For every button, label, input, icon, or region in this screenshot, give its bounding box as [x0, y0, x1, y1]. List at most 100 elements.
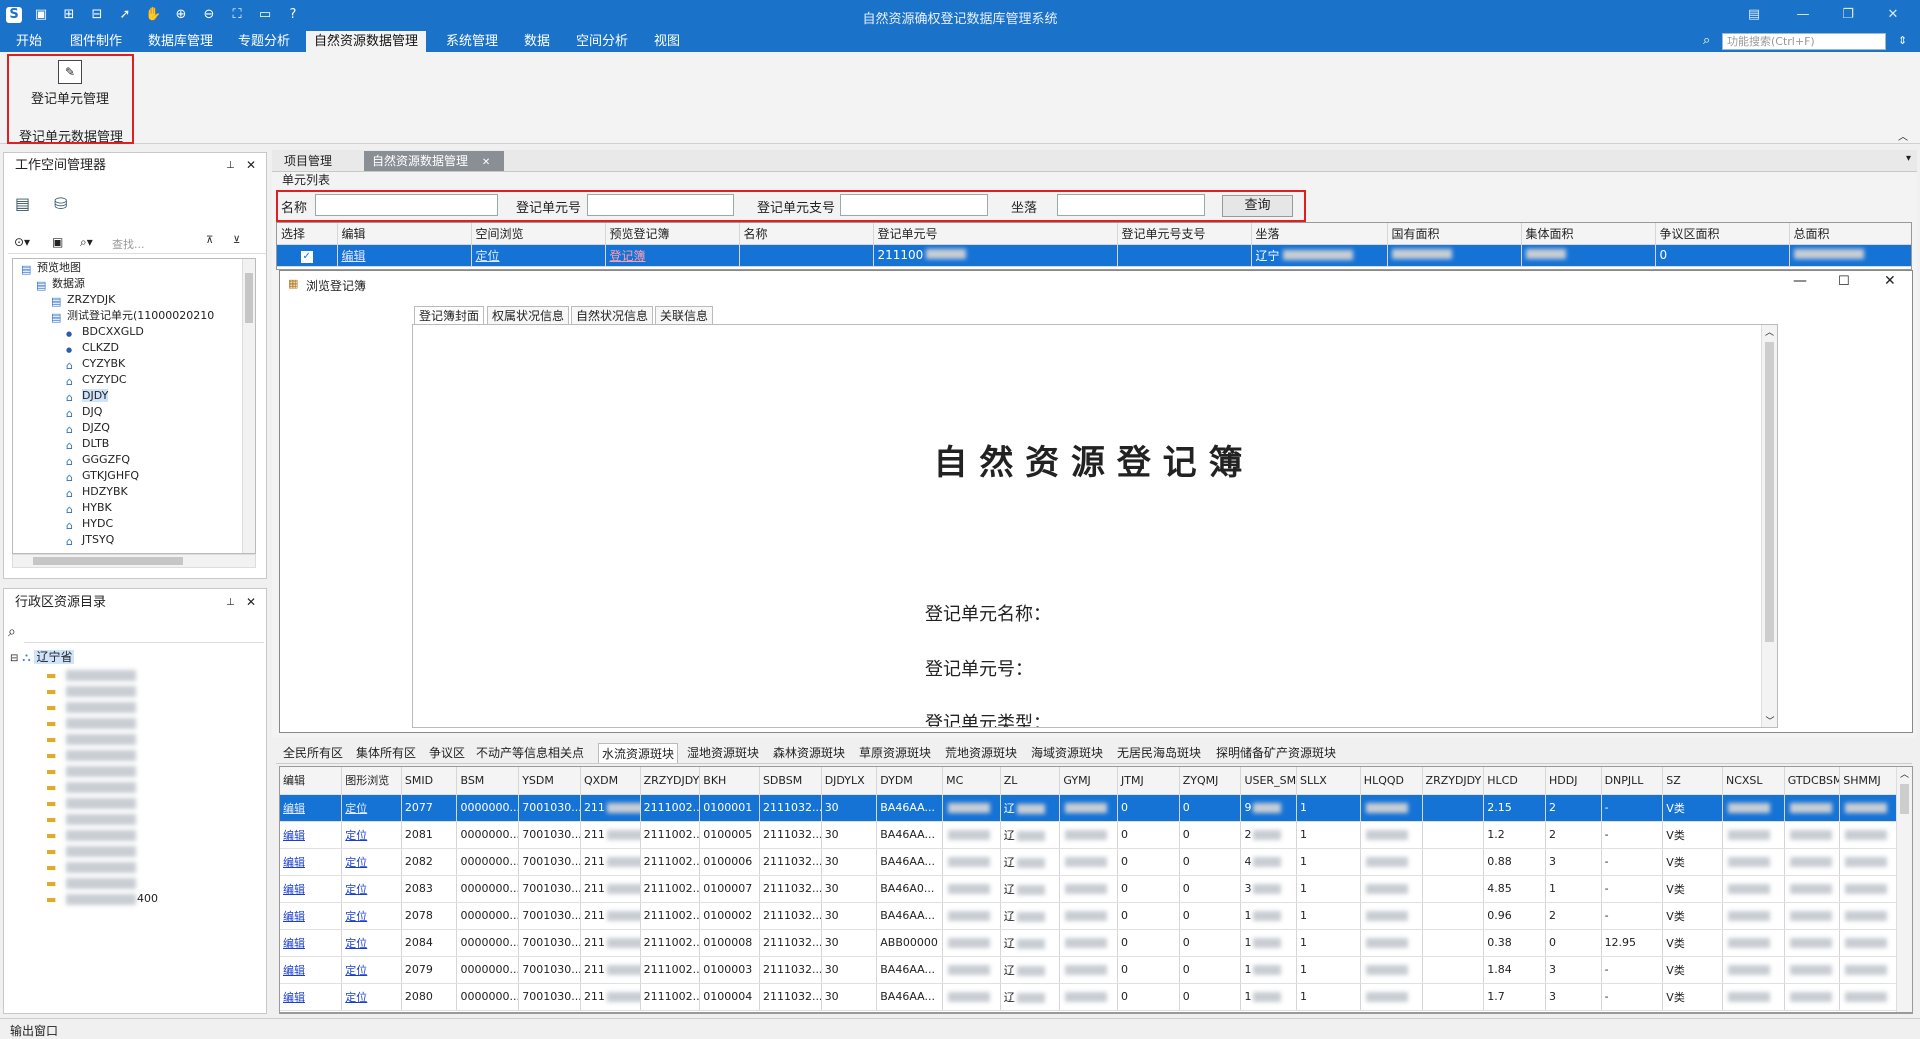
column-header[interactable]: 国有面积 [1387, 223, 1522, 245]
column-header[interactable]: 登记单元号支号 [1117, 223, 1252, 245]
search-icon[interactable]: ⌕ [8, 624, 16, 640]
table-row[interactable]: 编辑 定位 2083 0000000... 7001030... 211 2111002..… [280, 875, 1898, 903]
column-header[interactable]: 总面积 [1789, 223, 1911, 245]
admin-item[interactable]: ▬ [46, 876, 137, 890]
column-header[interactable]: 编辑 [280, 767, 343, 795]
table-row[interactable]: 编辑 定位 2082 0000000... 7001030... 211 2111002..… [280, 848, 1898, 876]
tree-item[interactable]: ⌂ DLTB [66, 437, 109, 452]
tab-natural-resources[interactable]: 自然资源数据管理 ✕ [364, 151, 504, 171]
dialog-minimize-button[interactable]: — [1793, 273, 1807, 289]
column-header[interactable]: SDBSM [759, 767, 822, 795]
column-header[interactable]: 图形浏览 [341, 767, 402, 795]
table-cell[interactable]: 定位 [341, 956, 402, 984]
maximize-button[interactable]: ❐ [1835, 5, 1861, 25]
tree-item[interactable]: ● BDCXXGLD [66, 325, 144, 339]
table-cell[interactable]: 编辑 [280, 794, 343, 822]
tree-item[interactable]: ⌂ CYZYBK [66, 357, 125, 372]
tab-register-cover[interactable]: 登记簿封面 [414, 306, 485, 324]
column-header[interactable]: QXDM [580, 767, 641, 795]
admin-item[interactable]: ▬ [46, 748, 137, 762]
admin-root[interactable]: ⊟ ⛬ 辽宁省 [10, 648, 75, 665]
admin-item[interactable]: ▬ [46, 812, 137, 826]
function-search-input[interactable]: 功能搜索(Ctrl+F) [1722, 33, 1886, 50]
column-header[interactable]: BSM [456, 767, 520, 795]
admin-item[interactable]: ▬ [46, 668, 137, 682]
pin-icon[interactable]: ⊥ [226, 597, 235, 608]
tree-item[interactable]: ▤ 预览地图 [21, 261, 81, 276]
column-header[interactable]: 预览登记簿 [605, 223, 740, 245]
datasource-icon[interactable]: ⛁ [54, 194, 67, 213]
table-cell[interactable]: 编辑 [280, 848, 343, 876]
menu-natural-resources[interactable]: 自然资源数据管理 [306, 31, 427, 52]
table-cell[interactable]: 定位 [341, 902, 402, 930]
find-input[interactable]: 查找... [112, 236, 145, 252]
unit-manage-button[interactable]: ✎ 登记单元管理 [20, 58, 120, 110]
column-header[interactable]: DNPJLL [1601, 767, 1664, 795]
tree-item[interactable]: ⌂ CYZYDC [66, 373, 127, 388]
column-header[interactable]: ZRZYDJDY [1422, 767, 1485, 795]
table-cell[interactable]: 编辑 [280, 956, 343, 984]
column-header[interactable]: BKH [699, 767, 760, 795]
minimize-button[interactable]: — [1790, 5, 1816, 25]
tree-item[interactable]: ⌂ GGGZFQ [66, 453, 130, 468]
admin-item[interactable]: ▬ [46, 732, 137, 746]
admin-item[interactable]: ▬ [46, 844, 137, 858]
column-header[interactable]: ZYQMJ [1179, 767, 1242, 795]
table-cell[interactable]: 定位 [341, 983, 402, 1011]
admin-item[interactable]: ▬ [46, 684, 137, 698]
tab-related-info[interactable]: 关联信息 [655, 306, 714, 324]
admin-item[interactable]: ▬ [46, 764, 137, 778]
column-header[interactable]: HLQQD [1360, 767, 1423, 795]
preview-register-link[interactable]: 登记簿 [605, 244, 740, 267]
table-cell[interactable]: 编辑 [280, 875, 343, 903]
column-header[interactable]: SHMMJ [1839, 767, 1898, 795]
column-header[interactable]: NCXSL [1722, 767, 1785, 795]
table-cell[interactable]: 定位 [341, 794, 402, 822]
tree-item[interactable]: ▤ ZRZYDJK [51, 293, 115, 308]
tree-item[interactable]: ▤ 数据源 [36, 277, 85, 292]
admin-item[interactable]: ▬ [46, 780, 137, 794]
collapse-ribbon-icon[interactable]: ︿ [1898, 128, 1908, 143]
tab-1[interactable]: 集体所有区 [353, 743, 419, 763]
column-header[interactable]: USER_SMI [1240, 767, 1298, 795]
table-cell[interactable]: 编辑 [280, 821, 343, 849]
column-header[interactable]: SZ [1662, 767, 1723, 795]
table-cell[interactable]: 编辑 [280, 929, 343, 957]
column-header[interactable]: HDDJ [1545, 767, 1602, 795]
tree-item[interactable]: ⌂ DJDY [66, 389, 109, 404]
admin-item[interactable]: ▬ [46, 828, 137, 842]
tab-7[interactable]: 草原资源斑块 [856, 743, 934, 763]
tree-item[interactable]: ⌂ DJQ [66, 405, 102, 420]
close-icon[interactable]: ✕ [246, 595, 256, 609]
tab-ownership-info[interactable]: 权属状况信息 [487, 306, 570, 324]
tab-menu-icon[interactable]: ▾ [1906, 153, 1911, 164]
table-cell[interactable]: 编辑 [280, 983, 343, 1011]
location-input[interactable] [1057, 194, 1205, 216]
tree-item[interactable]: ⌂ HDZYBK [66, 485, 128, 500]
tab-6[interactable]: 森林资源斑块 [770, 743, 848, 763]
tree-item[interactable]: ⌂ GTKJGHFQ [66, 469, 139, 484]
table-row[interactable]: 编辑 定位 2078 0000000... 7001030... 211 2111002..… [280, 902, 1898, 930]
column-header[interactable]: DJDYLX [821, 767, 878, 795]
tab-11[interactable]: 探明储备矿产资源斑块 [1213, 743, 1339, 763]
tree-item[interactable]: ▤ 测试登记单元(11000020210 [51, 309, 214, 324]
find-icon[interactable]: ⌕▾ [80, 235, 93, 250]
column-header[interactable]: MC [942, 767, 1001, 795]
table-cell[interactable]: 定位 [341, 929, 402, 957]
column-header[interactable]: 空间浏览 [471, 223, 606, 245]
tree-item[interactable]: ⌂ JTSYQ [66, 533, 114, 548]
column-header[interactable]: YSDM [518, 767, 581, 795]
tree-item[interactable]: ⌂ DJZQ [66, 421, 110, 436]
select-checkbox[interactable]: ✓ [277, 244, 338, 267]
tree-hscrollbar[interactable] [12, 554, 256, 568]
tree-item[interactable]: ⌂ HYDC [66, 517, 113, 532]
tree-item[interactable]: ⌂ HYBK [66, 501, 112, 516]
close-button[interactable]: ✕ [1880, 5, 1906, 25]
pin-icon[interactable]: ⊥ [226, 160, 235, 171]
admin-search-input[interactable] [24, 625, 264, 643]
pin-icon[interactable]: ⇕ [1898, 34, 1907, 47]
resource-grid-scrollbar[interactable]: ︿ [1896, 767, 1912, 1013]
column-header[interactable]: JTMJ [1117, 767, 1180, 795]
table-row[interactable]: 编辑 定位 2084 0000000... 7001030... 211 2111002..… [280, 929, 1898, 957]
menu-map-making[interactable]: 图件制作 [62, 31, 130, 52]
